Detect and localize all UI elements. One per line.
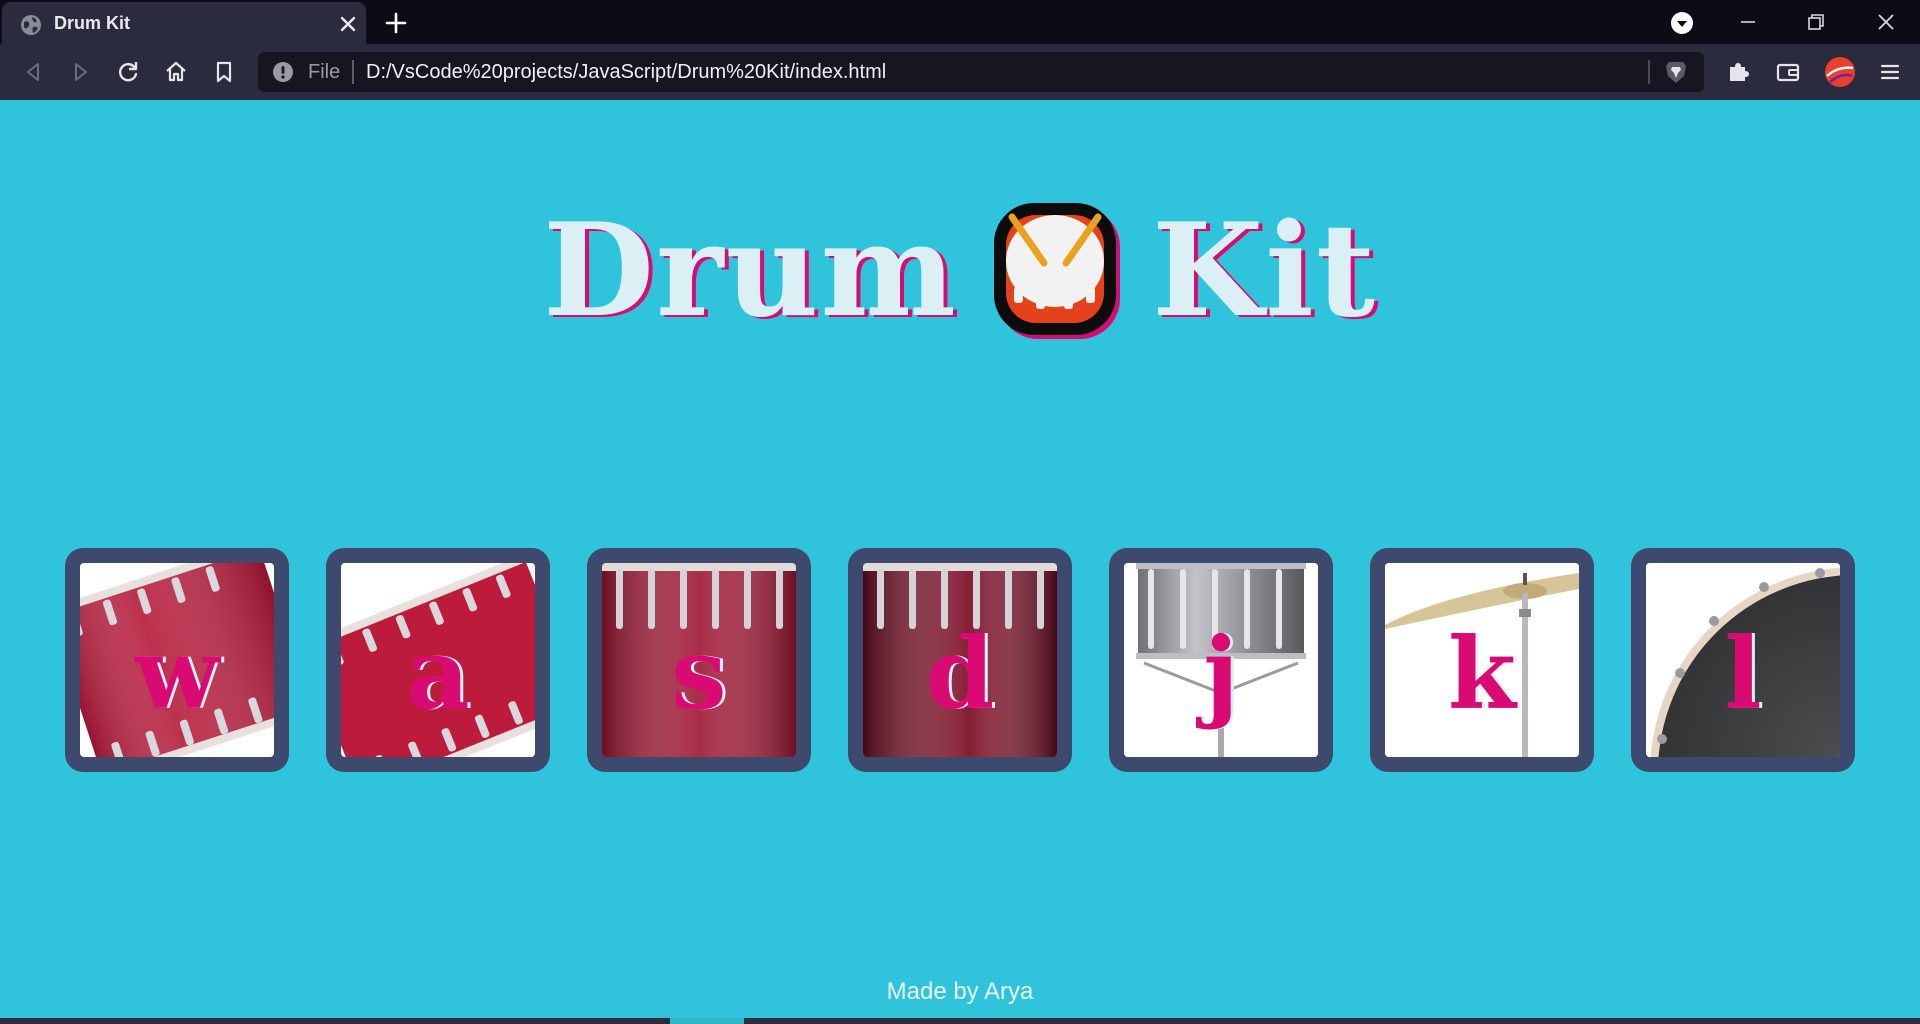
drum-face: s [602, 563, 796, 757]
address-bar[interactable]: File D:/VsCode%20projects/JavaScript/Dru… [258, 52, 1704, 92]
page-content: Drum Kit w a s d j k l Made by Arya [0, 100, 1920, 1024]
forward-icon[interactable] [66, 58, 94, 86]
browser-toolbar: File D:/VsCode%20projects/JavaScript/Dru… [0, 44, 1920, 100]
url-text[interactable]: D:/VsCode%20projects/JavaScript/Drum%20K… [366, 61, 886, 84]
drum-face: w [80, 563, 274, 757]
new-tab-plus-icon[interactable] [384, 11, 408, 35]
drum-set: w a s d j k l [65, 548, 1857, 772]
profile-avatar-icon[interactable] [1824, 56, 1856, 88]
drum-key-label: d [925, 617, 995, 732]
globe-icon [21, 15, 41, 35]
drum-key-label: k [1448, 617, 1516, 732]
title-word-kit: Kit [1151, 196, 1377, 346]
drum-face: a [341, 563, 535, 757]
browser-tab[interactable]: Drum Kit [2, 2, 366, 44]
drum-face: k [1385, 563, 1579, 757]
back-icon[interactable] [20, 58, 48, 86]
drum-face: d [863, 563, 1057, 757]
page-title: Drum Kit [0, 196, 1920, 346]
drum-button-d[interactable]: d [848, 548, 1072, 772]
drum-face: j [1124, 563, 1318, 757]
extensions-puzzle-icon[interactable] [1724, 58, 1752, 86]
drum-key-label: w [134, 617, 220, 732]
drum-key-label: l [1724, 617, 1762, 732]
footer-credit: Made by Arya [886, 978, 1034, 1005]
horizontal-scrollbar[interactable] [0, 1018, 1920, 1024]
drum-button-j[interactable]: j [1109, 548, 1333, 772]
drum-button-a[interactable]: a [326, 548, 550, 772]
drum-button-s[interactable]: s [587, 548, 811, 772]
bookmark-icon[interactable] [210, 58, 238, 86]
drum-key-label: a [406, 617, 470, 732]
window-close-icon[interactable] [1874, 10, 1898, 34]
reload-icon[interactable] [114, 58, 142, 86]
drum-key-label: j [1203, 617, 1239, 732]
drum-button-k[interactable]: k [1370, 548, 1594, 772]
scheme-label: File [308, 61, 341, 83]
drum-button-l[interactable]: l [1631, 548, 1855, 772]
home-icon[interactable] [162, 58, 190, 86]
omnibox-divider [352, 60, 354, 84]
menu-hamburger-icon[interactable] [1876, 58, 1904, 86]
title-word-drum: Drum [543, 196, 958, 346]
browser-titlebar: Drum Kit [0, 0, 1920, 44]
tab-title: Drum Kit [54, 13, 130, 33]
close-icon[interactable] [338, 14, 358, 34]
wallet-icon[interactable] [1774, 58, 1802, 86]
drum-key-label: s [671, 617, 727, 732]
scrollbar-thumb[interactable] [670, 1018, 744, 1024]
restore-icon[interactable] [1804, 10, 1828, 34]
drum-button-w[interactable]: w [65, 548, 289, 772]
drum-emoji-icon [993, 203, 1120, 339]
tab-search-chevron-icon[interactable] [1670, 11, 1694, 35]
drum-face: l [1646, 563, 1840, 757]
minimize-icon[interactable] [1736, 10, 1760, 34]
omnibox-divider-right [1648, 60, 1650, 84]
site-info-icon[interactable] [272, 61, 294, 83]
brave-shields-icon[interactable] [1662, 58, 1690, 86]
